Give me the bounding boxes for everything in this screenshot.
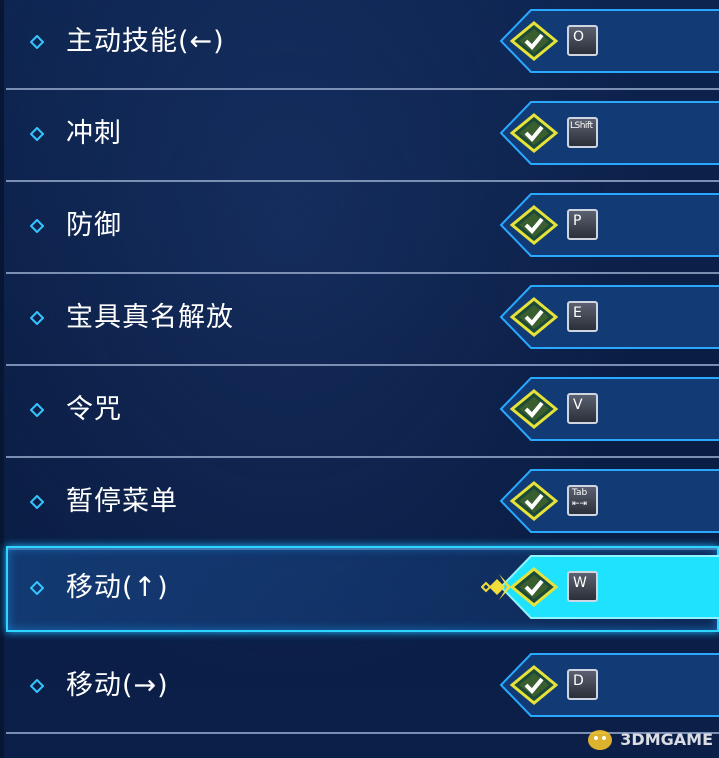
action-label: 冲刺 — [66, 118, 122, 149]
row-divider — [6, 180, 719, 182]
action-label: 防御 — [66, 210, 122, 241]
left-edge — [0, 0, 4, 758]
keybinding-row[interactable]: 冲刺 LShift — [6, 92, 719, 182]
key-cap: D — [567, 669, 598, 700]
action-label: 宝具真名解放 — [66, 302, 234, 333]
key-cap: E — [567, 301, 598, 332]
keybinding-row[interactable]: 暂停菜单 Tab ⇤⇥ — [6, 460, 719, 550]
keybinding-row[interactable]: 令咒 V — [6, 368, 719, 458]
key-slot[interactable]: D — [497, 650, 719, 722]
diamond-bullet-icon — [30, 679, 44, 693]
diamond-bullet-icon — [30, 127, 44, 141]
key-slot[interactable]: P — [497, 190, 719, 262]
keybinding-row[interactable]: 主动技能(←) O — [6, 0, 719, 90]
row-divider — [6, 88, 719, 90]
check-diamond-icon — [510, 205, 558, 245]
key-slot[interactable]: O — [497, 6, 719, 78]
action-label: 令咒 — [66, 394, 122, 425]
key-slot[interactable]: LShift — [497, 98, 719, 170]
check-diamond-icon — [510, 21, 558, 61]
watermark-text: 3DMGAME — [620, 730, 713, 749]
diamond-bullet-icon — [30, 35, 44, 49]
tab-arrow-icon: ⇤⇥ — [572, 499, 588, 509]
check-diamond-icon — [510, 567, 558, 607]
key-cap: Tab ⇤⇥ — [567, 485, 598, 516]
key-slot[interactable]: E — [497, 282, 719, 354]
check-diamond-icon — [510, 665, 558, 705]
key-cap: V — [567, 393, 598, 424]
diamond-bullet-icon — [30, 581, 44, 595]
action-label: 暂停菜单 — [66, 486, 178, 517]
row-divider — [6, 364, 719, 366]
action-label: 主动技能(←) — [66, 26, 225, 57]
key-cap: LShift — [567, 117, 598, 148]
row-divider — [6, 272, 719, 274]
diamond-bullet-icon — [30, 403, 44, 417]
check-diamond-icon — [510, 389, 558, 429]
check-diamond-icon — [510, 481, 558, 521]
action-label: 移动(→) — [66, 670, 169, 701]
key-cap: P — [567, 209, 598, 240]
check-diamond-icon — [510, 297, 558, 337]
key-slot[interactable]: Tab ⇤⇥ — [497, 466, 719, 538]
diamond-bullet-icon — [30, 495, 44, 509]
diamond-bullet-icon — [30, 219, 44, 233]
diamond-bullet-icon — [30, 311, 44, 325]
action-label: 移动(↑) — [66, 572, 169, 603]
key-cap: O — [567, 25, 598, 56]
check-diamond-icon — [510, 113, 558, 153]
key-slot[interactable]: W — [481, 552, 719, 624]
key-cap: W — [567, 571, 598, 602]
key-cap-text: Tab — [572, 488, 588, 498]
key-slot[interactable]: V — [497, 374, 719, 446]
row-divider — [6, 456, 719, 458]
keybinding-row[interactable]: 防御 P — [6, 184, 719, 274]
watermark-logo-icon — [588, 730, 612, 750]
keybinding-row-selected[interactable]: 移动(↑) W — [6, 546, 719, 632]
keybinding-row[interactable]: 移动(→) D — [6, 644, 719, 734]
keybinding-row[interactable]: 宝具真名解放 E — [6, 276, 719, 366]
